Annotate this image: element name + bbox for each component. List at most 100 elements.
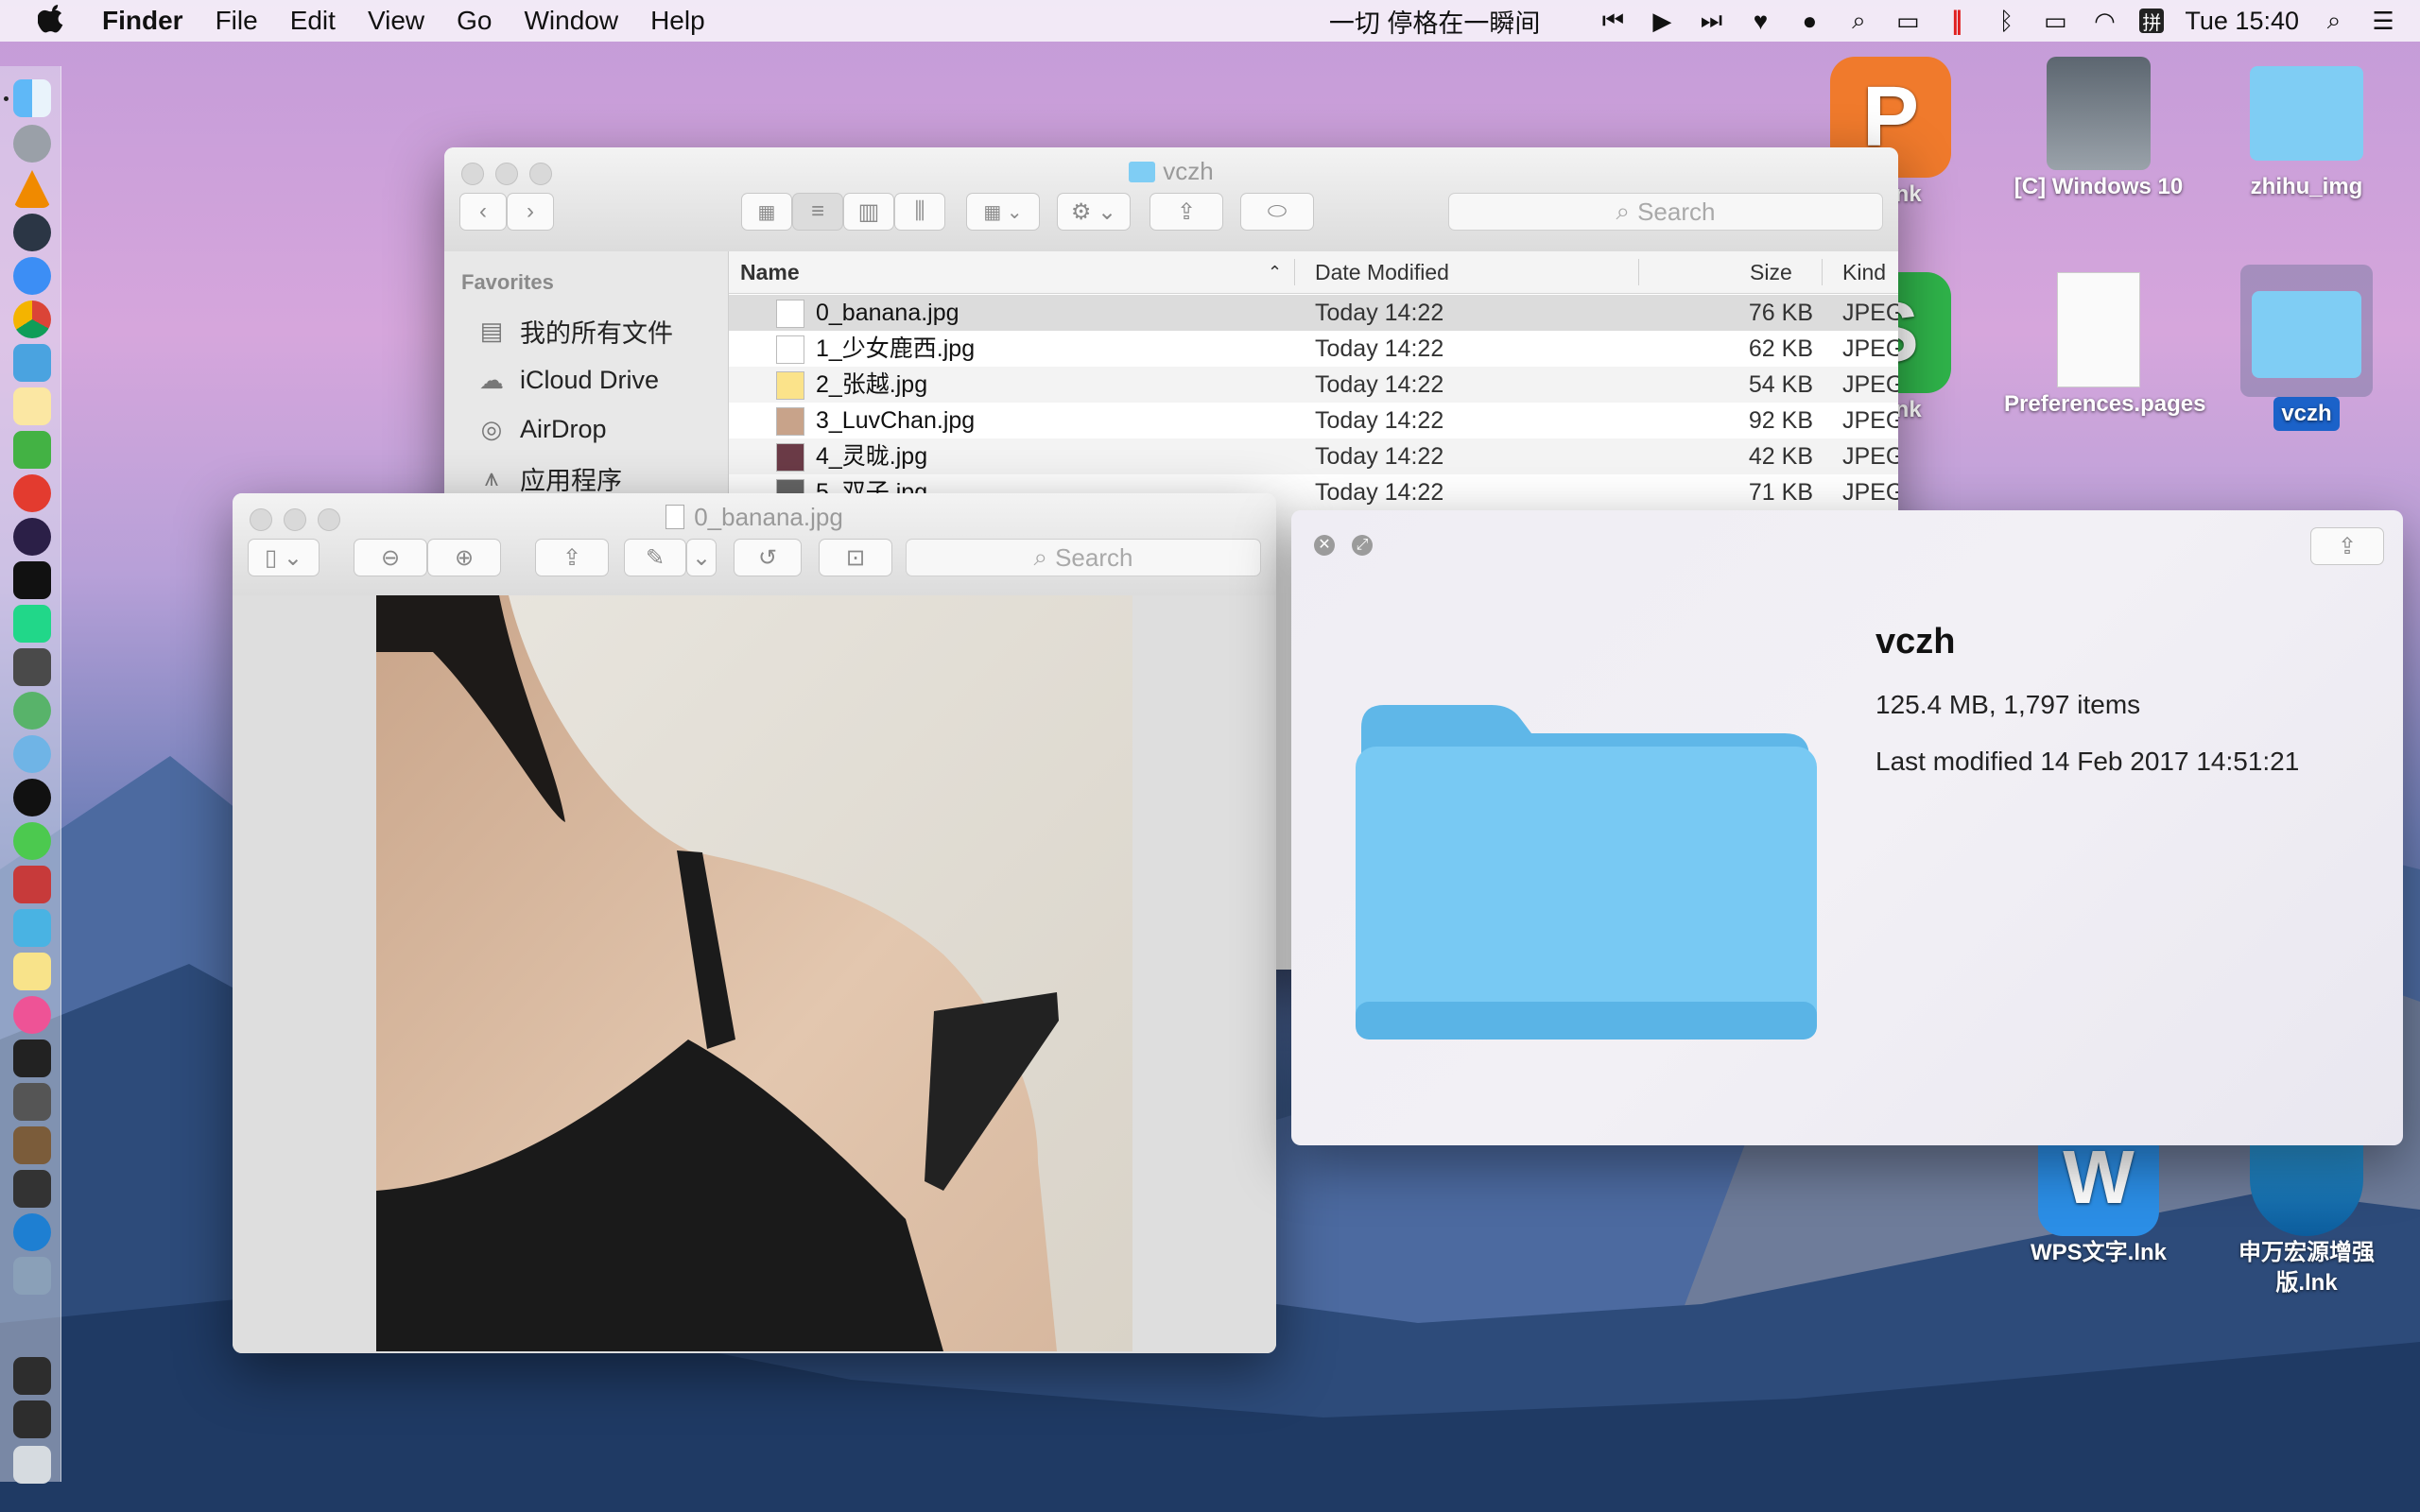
- spotlight-helper-icon[interactable]: ⌕: [1844, 6, 1873, 35]
- launchpad-dock-icon[interactable]: [13, 125, 51, 163]
- large-folder-icon: [1356, 705, 1817, 1040]
- previous-track-icon[interactable]: ⏮: [1599, 6, 1627, 35]
- forward-button[interactable]: ›: [507, 193, 554, 231]
- next-track-icon[interactable]: ⏭: [1697, 6, 1725, 35]
- safari-dock-icon[interactable]: [13, 257, 51, 295]
- menu-help[interactable]: Help: [650, 6, 705, 36]
- desktop-icon-preferences-pages[interactable]: Preferences.pages: [1995, 272, 2205, 421]
- menu-window[interactable]: Window: [524, 6, 618, 36]
- messages-icon[interactable]: ▭: [1893, 7, 1922, 35]
- toolbox-button[interactable]: ⊡: [819, 539, 892, 576]
- sublime-dock-icon[interactable]: [13, 648, 51, 686]
- desktop-icon-vczh[interactable]: vczh: [2203, 265, 2411, 431]
- dictionary-dock-icon[interactable]: [13, 1126, 51, 1164]
- pycharm-dock-icon[interactable]: [13, 605, 51, 643]
- desktop-icon-wps-writer[interactable]: W WPS文字.lnk: [1995, 1130, 2203, 1270]
- fullscreen-icon[interactable]: ⤢: [1352, 535, 1373, 556]
- table-row[interactable]: 4_灵昽.jpg Today 14:22 42 KB JPEG: [729, 438, 1898, 474]
- photos-dock-icon[interactable]: [13, 1257, 51, 1295]
- tags-button[interactable]: ⬭: [1240, 193, 1314, 231]
- finder-dock-icon[interactable]: [13, 79, 51, 117]
- menu-edit[interactable]: Edit: [290, 6, 336, 36]
- bluetooth-icon[interactable]: ᛒ: [1992, 7, 2020, 35]
- sidebar-toggle-button[interactable]: ▯ ⌄: [248, 539, 320, 576]
- table-row[interactable]: 1_少女鹿西.jpg Today 14:22 62 KB JPEG: [729, 331, 1898, 367]
- itunes-dock-icon[interactable]: [13, 996, 51, 1034]
- share-button[interactable]: ⇪: [2310, 527, 2384, 565]
- notes-dock-icon[interactable]: [13, 953, 51, 990]
- chrome-dock-icon[interactable]: [13, 301, 51, 338]
- github-dock-icon[interactable]: [13, 518, 51, 556]
- column-header-date[interactable]: Date Modified: [1315, 251, 1449, 293]
- list-view-button[interactable]: ≡: [792, 193, 843, 231]
- desktop-icon-shenwan[interactable]: 申万宏源增强版.lnk: [2203, 1130, 2411, 1300]
- notification-center-icon[interactable]: ☰: [2369, 7, 2397, 35]
- menu-app-finder[interactable]: Finder: [102, 6, 183, 36]
- clock[interactable]: Tue 15:40: [2185, 7, 2299, 36]
- netease-music-dock-icon[interactable]: [13, 474, 51, 512]
- wifi-icon[interactable]: ◠: [2090, 7, 2118, 35]
- parallels-dock-icon[interactable]: [13, 866, 51, 903]
- table-row[interactable]: 2_张越.jpg Today 14:22 54 KB JPEG: [729, 367, 1898, 403]
- battery-icon[interactable]: ▭: [2041, 7, 2069, 35]
- now-playing-text[interactable]: 一切 停格在一瞬间: [1329, 3, 1541, 40]
- sidebar-item-airdrop[interactable]: ◎ AirDrop: [476, 408, 607, 450]
- downloads-stack-dock-icon[interactable]: [13, 1400, 51, 1438]
- numbers-dock-icon[interactable]: [13, 431, 51, 469]
- vlc-dock-icon[interactable]: [13, 170, 51, 208]
- coverflow-view-button[interactable]: ⫼: [894, 193, 945, 231]
- input-method-icon[interactable]: 拼: [2139, 9, 2165, 34]
- heart-icon[interactable]: ♥: [1746, 7, 1774, 35]
- menu-view[interactable]: View: [368, 6, 424, 36]
- folder-stack-dock-icon[interactable]: [13, 1357, 51, 1395]
- quicktime-dock-icon[interactable]: [13, 214, 51, 251]
- table-row[interactable]: 0_banana.jpg Today 14:22 76 KB JPEG: [729, 295, 1898, 331]
- qq-icon[interactable]: ●: [1795, 7, 1824, 35]
- finder-search-field[interactable]: ⌕ Search: [1448, 193, 1883, 231]
- sidebar-item-icloud-drive[interactable]: ☁ iCloud Drive: [476, 359, 659, 401]
- markup-menu-button[interactable]: ⌄: [686, 539, 717, 576]
- spotlight-search-icon[interactable]: ⌕: [2320, 6, 2348, 35]
- rotate-button[interactable]: ↺: [734, 539, 802, 576]
- desktop-icon-zhihu-img[interactable]: zhihu_img: [2203, 57, 2411, 204]
- wechat-dock-icon[interactable]: [13, 822, 51, 860]
- atom-dock-icon[interactable]: [13, 692, 51, 730]
- preview-dock-icon[interactable]: [13, 344, 51, 382]
- zoom-in-button[interactable]: ⊕: [427, 539, 501, 576]
- shenwan-app-icon: [2250, 1130, 2363, 1236]
- medium-dock-icon[interactable]: [13, 909, 51, 947]
- share-button[interactable]: ⇪: [1150, 193, 1223, 231]
- apple-menu-icon[interactable]: [38, 5, 66, 37]
- menu-file[interactable]: File: [216, 6, 258, 36]
- trash-dock-icon[interactable]: [13, 1446, 51, 1484]
- action-gear-button[interactable]: ⚙ ⌄: [1057, 193, 1131, 231]
- console-log-dock-icon[interactable]: [13, 1170, 51, 1208]
- file-size: 42 KB: [1748, 443, 1813, 470]
- table-row[interactable]: 3_LuvChan.jpg Today 14:22 92 KB JPEG: [729, 403, 1898, 438]
- qq-dock-icon[interactable]: [13, 779, 51, 816]
- column-header-size[interactable]: Size: [1750, 251, 1792, 293]
- arrange-button[interactable]: ▦ ⌄: [966, 193, 1040, 231]
- menu-go[interactable]: Go: [457, 6, 492, 36]
- console-dock-icon[interactable]: [13, 1040, 51, 1077]
- column-header-name[interactable]: Name: [740, 251, 800, 293]
- preview-search-field[interactable]: ⌕ Search: [906, 539, 1261, 576]
- column-view-button[interactable]: ▥: [843, 193, 894, 231]
- textedit-dock-icon[interactable]: [13, 387, 51, 425]
- play-icon[interactable]: ▶: [1648, 7, 1676, 35]
- back-button[interactable]: ‹: [459, 193, 507, 231]
- close-icon[interactable]: ✕: [1314, 535, 1335, 556]
- file-size: 92 KB: [1748, 407, 1813, 434]
- markup-button[interactable]: ✎: [624, 539, 686, 576]
- edge-dock-icon[interactable]: [13, 1213, 51, 1251]
- column-header-kind[interactable]: Kind: [1842, 251, 1886, 293]
- xquartz-dock-icon[interactable]: [13, 1083, 51, 1121]
- share-button[interactable]: ⇪: [535, 539, 609, 576]
- sidebar-item-all-files[interactable]: ▤ 我的所有文件: [476, 310, 673, 352]
- zoom-out-button[interactable]: ⊖: [354, 539, 427, 576]
- terminal-dock-icon[interactable]: [13, 561, 51, 599]
- parallels-icon[interactable]: ∥: [1943, 7, 1971, 35]
- network-dock-icon[interactable]: [13, 735, 51, 773]
- desktop-icon-windows10-drive[interactable]: [C] Windows 10: [1995, 57, 2203, 204]
- icon-view-button[interactable]: ▦: [741, 193, 792, 231]
